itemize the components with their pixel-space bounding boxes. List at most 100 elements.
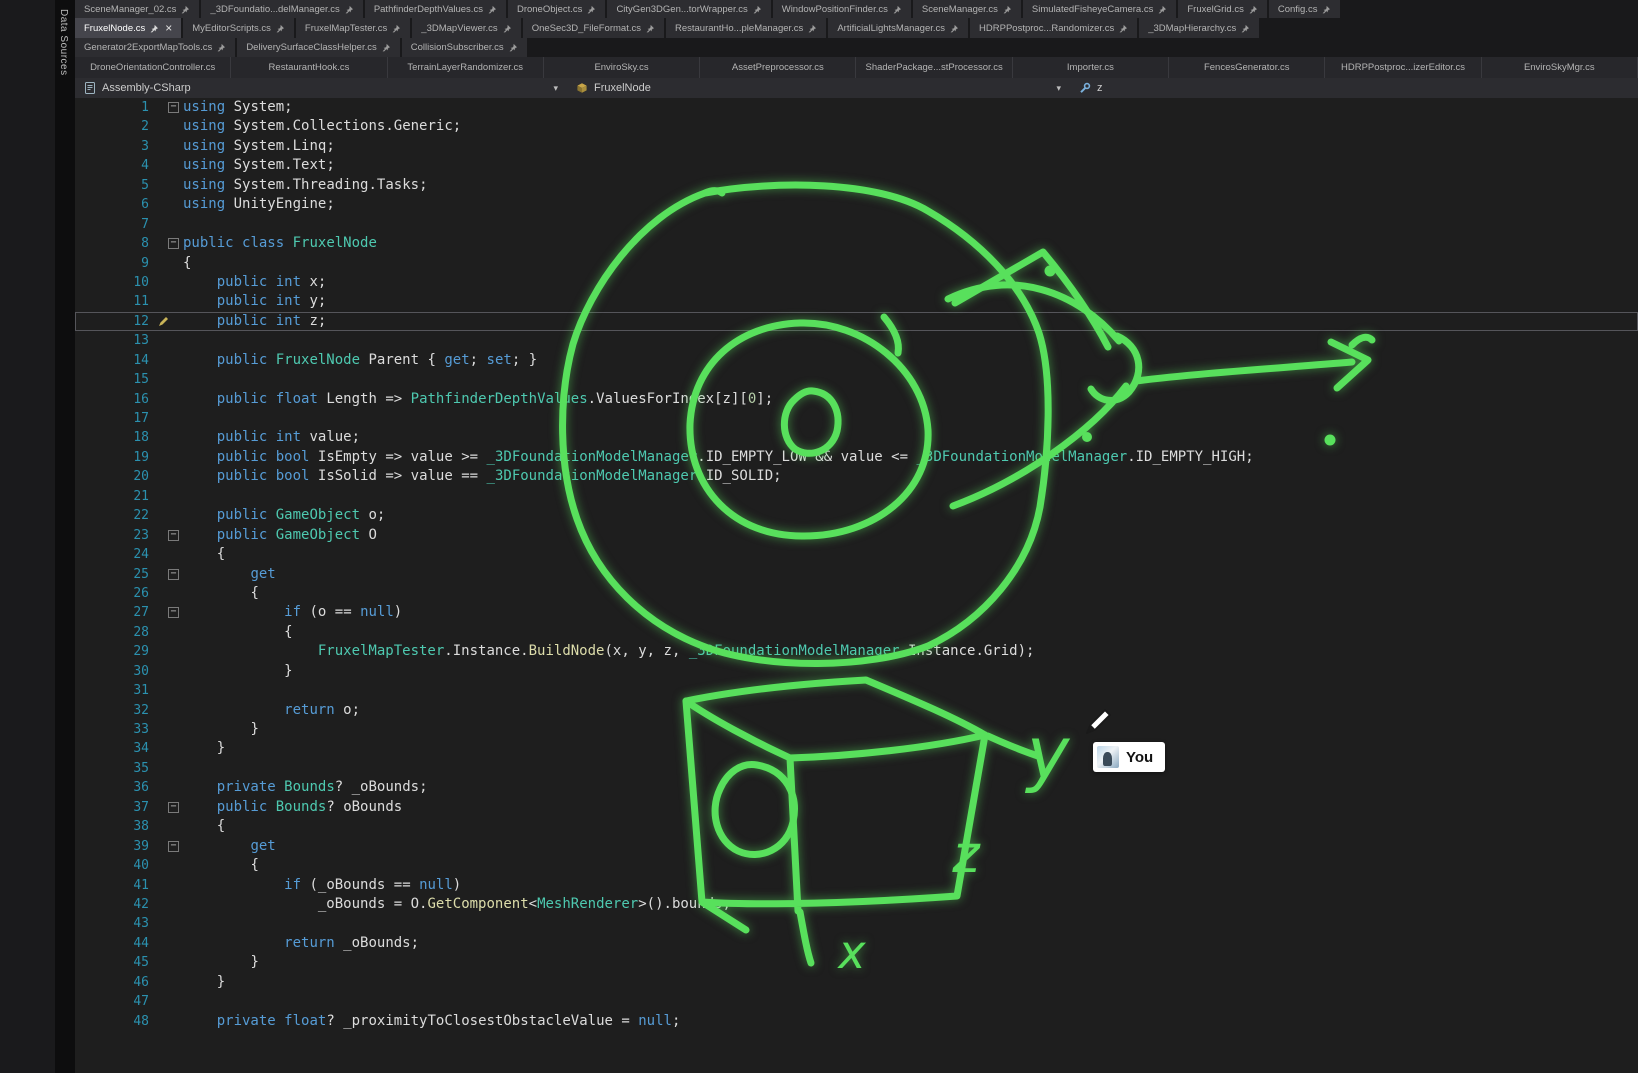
document-tab[interactable]: PathfinderDepthValues.cs xyxy=(365,0,506,18)
code-line-29[interactable]: 29 FruxelMapTester.Instance.BuildNode(x,… xyxy=(75,642,1638,661)
pin-icon[interactable] xyxy=(276,24,285,33)
code-line-3[interactable]: 3using System.Linq; xyxy=(75,137,1638,156)
pin-icon[interactable] xyxy=(1249,5,1258,14)
document-tab[interactable]: _3DFoundatio...delManager.cs xyxy=(201,0,362,18)
document-tab[interactable]: HDRPPostproc...izerEditor.cs xyxy=(1325,57,1481,78)
document-tab[interactable]: Config.cs xyxy=(1269,0,1341,18)
document-tab[interactable]: TerrainLayerRandomizer.cs xyxy=(388,57,544,78)
code-line-8[interactable]: 8−public class FruxelNode xyxy=(75,234,1638,253)
code-line-18[interactable]: 18 public int value; xyxy=(75,428,1638,447)
document-tab[interactable]: EnviroSkyMgr.cs xyxy=(1482,57,1638,78)
pin-icon[interactable] xyxy=(217,43,226,52)
code-line-20[interactable]: 20 public bool IsSolid => value == _3DFo… xyxy=(75,467,1638,486)
pin-icon[interactable] xyxy=(392,24,401,33)
document-tab[interactable]: HDRPPostproc...Randomizer.cs xyxy=(970,18,1137,38)
document-tab[interactable]: ArtificialLightsManager.cs xyxy=(828,18,968,38)
code-line-42[interactable]: 42 _oBounds = O.GetComponent<MeshRendere… xyxy=(75,895,1638,914)
code-line-9[interactable]: 9{ xyxy=(75,254,1638,273)
code-line-16[interactable]: 16 public float Length => PathfinderDept… xyxy=(75,390,1638,409)
pin-icon[interactable] xyxy=(1119,24,1128,33)
code-line-10[interactable]: 10 public int x; xyxy=(75,273,1638,292)
document-tab[interactable]: FruxelNode.cs× xyxy=(75,18,181,38)
document-tab[interactable]: DroneOrientationController.cs xyxy=(75,57,231,78)
code-line-15[interactable]: 15 xyxy=(75,370,1638,389)
pin-icon[interactable] xyxy=(488,5,497,14)
code-line-5[interactable]: 5using System.Threading.Tasks; xyxy=(75,176,1638,195)
code-line-30[interactable]: 30 } xyxy=(75,662,1638,681)
code-line-21[interactable]: 21 xyxy=(75,487,1638,506)
code-line-34[interactable]: 34 } xyxy=(75,739,1638,758)
code-line-31[interactable]: 31 xyxy=(75,681,1638,700)
document-tab[interactable]: _3DMapViewer.cs xyxy=(412,18,520,38)
document-tab[interactable]: MyEditorScripts.cs xyxy=(183,18,294,38)
document-tab[interactable]: CityGen3DGen...torWrapper.cs xyxy=(607,0,770,18)
document-tab[interactable]: FruxelMapTester.cs xyxy=(296,18,410,38)
document-tab[interactable]: Importer.cs xyxy=(1013,57,1169,78)
fold-collapse-icon[interactable]: − xyxy=(168,530,179,541)
document-tab[interactable]: CollisionSubscriber.cs xyxy=(402,38,527,57)
code-line-38[interactable]: 38 { xyxy=(75,817,1638,836)
code-line-17[interactable]: 17 xyxy=(75,409,1638,428)
code-line-37[interactable]: 37− public Bounds? oBounds xyxy=(75,798,1638,817)
code-line-32[interactable]: 32 return o; xyxy=(75,701,1638,720)
document-tab[interactable]: FruxelGrid.cs xyxy=(1178,0,1266,18)
pin-icon[interactable] xyxy=(893,5,902,14)
code-line-7[interactable]: 7 xyxy=(75,215,1638,234)
fold-collapse-icon[interactable]: − xyxy=(168,569,179,580)
pin-icon[interactable] xyxy=(382,43,391,52)
code-line-14[interactable]: 14 public FruxelNode Parent { get; set; … xyxy=(75,351,1638,370)
pin-icon[interactable] xyxy=(950,24,959,33)
project-dropdown[interactable]: Assembly-CSharp ▾ xyxy=(75,78,567,98)
pin-icon[interactable] xyxy=(587,5,596,14)
pin-icon[interactable] xyxy=(150,24,159,33)
pin-icon[interactable] xyxy=(646,24,655,33)
document-tab[interactable]: EnviroSky.cs xyxy=(544,57,700,78)
pin-icon[interactable] xyxy=(808,24,817,33)
code-line-28[interactable]: 28 { xyxy=(75,623,1638,642)
document-tab[interactable]: FencesGenerator.cs xyxy=(1169,57,1325,78)
document-tab[interactable]: SimulatedFisheyeCamera.cs xyxy=(1023,0,1176,18)
code-line-23[interactable]: 23− public GameObject O xyxy=(75,526,1638,545)
code-line-1[interactable]: 1−using System; xyxy=(75,98,1638,117)
type-dropdown[interactable]: FruxelNode ▾ xyxy=(567,78,1070,98)
document-tab[interactable]: SceneManager.cs xyxy=(913,0,1021,18)
code-line-2[interactable]: 2using System.Collections.Generic; xyxy=(75,117,1638,136)
code-line-44[interactable]: 44 return _oBounds; xyxy=(75,934,1638,953)
code-line-6[interactable]: 6using UnityEngine; xyxy=(75,195,1638,214)
pin-icon[interactable] xyxy=(1322,5,1331,14)
pin-icon[interactable] xyxy=(1158,5,1167,14)
fold-collapse-icon[interactable]: − xyxy=(168,607,179,618)
code-line-41[interactable]: 41 if (_oBounds == null) xyxy=(75,876,1638,895)
pin-icon[interactable] xyxy=(1003,5,1012,14)
member-dropdown[interactable]: z xyxy=(1070,78,1112,98)
code-line-39[interactable]: 39− get xyxy=(75,837,1638,856)
document-tab[interactable]: DroneObject.cs xyxy=(508,0,605,18)
document-tab[interactable]: OneSec3D_FileFormat.cs xyxy=(523,18,664,38)
code-line-24[interactable]: 24 { xyxy=(75,545,1638,564)
code-line-45[interactable]: 45 } xyxy=(75,953,1638,972)
code-line-4[interactable]: 4using System.Text; xyxy=(75,156,1638,175)
fold-collapse-icon[interactable]: − xyxy=(168,238,179,249)
pin-icon[interactable] xyxy=(345,5,354,14)
code-line-46[interactable]: 46 } xyxy=(75,973,1638,992)
document-tab[interactable]: AssetPreprocessor.cs xyxy=(700,57,856,78)
chevron-down-icon[interactable]: ▾ xyxy=(553,83,558,94)
code-line-12[interactable]: 12 public int z; xyxy=(75,312,1638,331)
code-line-26[interactable]: 26 { xyxy=(75,584,1638,603)
fold-collapse-icon[interactable]: − xyxy=(168,802,179,813)
code-editor[interactable]: 1−using System;2using System.Collections… xyxy=(75,98,1638,1073)
code-line-33[interactable]: 33 } xyxy=(75,720,1638,739)
document-tab[interactable]: SceneManager_02.cs xyxy=(75,0,199,18)
code-line-48[interactable]: 48 private float? _proximityToClosestObs… xyxy=(75,1012,1638,1031)
fold-collapse-icon[interactable]: − xyxy=(168,841,179,852)
document-tab[interactable]: RestaurantHo...pleManager.cs xyxy=(666,18,826,38)
code-line-22[interactable]: 22 public GameObject o; xyxy=(75,506,1638,525)
pin-icon[interactable] xyxy=(181,5,190,14)
tool-tab-data-sources[interactable]: Data Sources xyxy=(56,5,71,80)
fold-collapse-icon[interactable]: − xyxy=(168,102,179,113)
code-line-35[interactable]: 35 xyxy=(75,759,1638,778)
code-line-19[interactable]: 19 public bool IsEmpty => value >= _3DFo… xyxy=(75,448,1638,467)
code-line-40[interactable]: 40 { xyxy=(75,856,1638,875)
pin-icon[interactable] xyxy=(753,5,762,14)
document-tab[interactable]: WindowPositionFinder.cs xyxy=(773,0,911,18)
